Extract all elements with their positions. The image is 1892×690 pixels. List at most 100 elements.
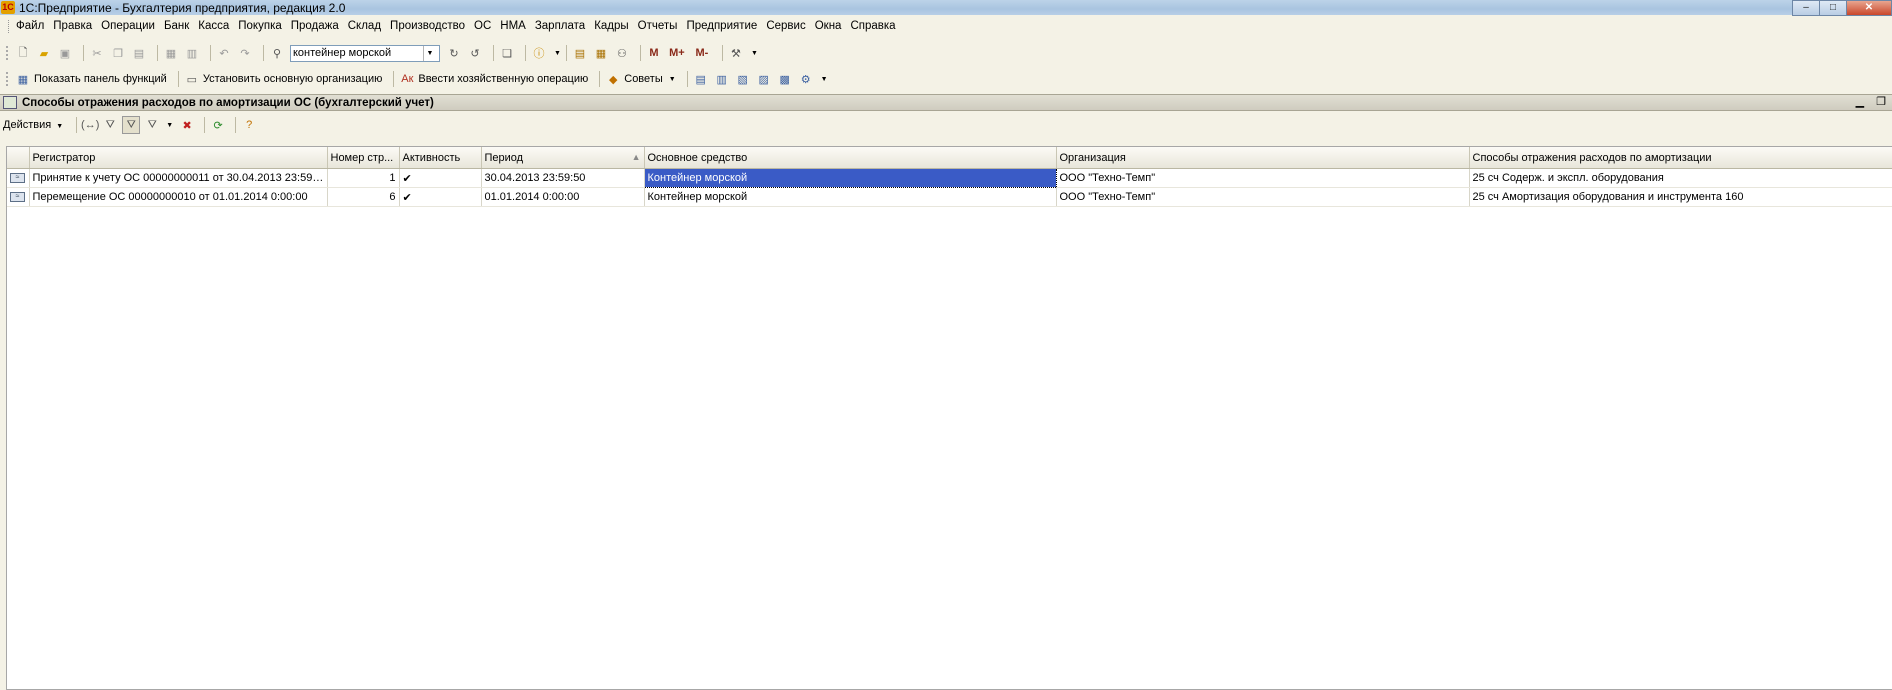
show-function-panel-button[interactable]: ▦ Показать панель функций — [15, 71, 167, 87]
refresh-icon[interactable]: ⟳ — [210, 117, 226, 133]
column-header-line-number[interactable]: Номер стр... — [327, 147, 400, 169]
actions-menu-button[interactable]: Действия ▼ — [3, 119, 63, 131]
period-cell[interactable]: 30.04.2013 23:59:50 — [481, 168, 645, 188]
memory-button[interactable]: M — [646, 45, 662, 61]
cut-icon[interactable]: ✂ — [89, 45, 105, 61]
activity-cell[interactable]: ✔ — [399, 187, 482, 207]
maximize-button[interactable]: □ — [1819, 0, 1847, 16]
menu-item-purchase[interactable]: Покупка — [238, 20, 281, 32]
reports-icon[interactable]: ▩ — [777, 71, 793, 87]
memory-plus-button[interactable]: M+ — [667, 45, 687, 61]
window-title: 1С:Предприятие - Бухгалтерия предприятия… — [19, 0, 346, 15]
paste-icon[interactable]: ▤ — [131, 45, 147, 61]
fixed-asset-cell-selected[interactable]: Контейнер морской — [643, 168, 1057, 188]
column-header-registrar[interactable]: Регистратор — [29, 147, 328, 169]
registrar-cell[interactable]: Принятие к учету ОС 00000000011 от 30.04… — [29, 168, 328, 188]
actions-dropdown-icon: ▼ — [56, 123, 64, 130]
functions-dropdown-icon[interactable]: ▼ — [821, 76, 828, 83]
minimize-button[interactable]: – — [1792, 0, 1820, 16]
menu-item-enterprise[interactable]: Предприятие — [686, 20, 757, 32]
table-row[interactable]: ≈ Перемещение ОС 00000000010 от 01.01.20… — [7, 187, 1892, 207]
column-header-activity[interactable]: Активность — [399, 147, 482, 169]
documents-journal-icon[interactable]: ▧ — [735, 71, 751, 87]
organization-cell[interactable]: ООО "Техно-Темп" — [1056, 187, 1470, 207]
info-dropdown-icon[interactable]: ▼ — [554, 50, 561, 57]
close-button[interactable]: ✕ — [1846, 0, 1892, 16]
menu-item-warehouse[interactable]: Склад — [348, 20, 381, 32]
print-icon[interactable]: ▦ — [163, 45, 179, 61]
line-number-cell[interactable]: 6 — [327, 187, 400, 207]
calendar-icon[interactable]: ▦ — [593, 45, 609, 61]
form-minimize-button[interactable]: ▁ — [1856, 95, 1864, 108]
clear-filter-icon[interactable]: ✖ — [179, 117, 195, 133]
column-header-organization[interactable]: Организация — [1056, 147, 1470, 169]
tools-icon[interactable]: ⚒ — [728, 45, 744, 61]
period-cell[interactable]: 01.01.2014 0:00:00 — [481, 187, 645, 207]
menu-item-reports[interactable]: Отчеты — [638, 20, 678, 32]
calculator-icon[interactable]: ▤ — [572, 45, 588, 61]
filter-by-value-icon[interactable]: ⛛ — [122, 116, 141, 134]
depreciation-method-cell[interactable]: 25 сч Содерж. и экспл. оборудования — [1469, 168, 1892, 188]
menu-item-payroll[interactable]: Зарплата — [535, 20, 585, 32]
organization-cell[interactable]: ООО "Техно-Темп" — [1056, 168, 1470, 188]
line-number-cell[interactable]: 1 — [327, 168, 400, 188]
tips-button[interactable]: ◆ Советы ▼ — [605, 71, 676, 87]
chart-of-accounts-icon[interactable]: ▥ — [714, 71, 730, 87]
menu-item-fixed-assets[interactable]: ОС — [474, 20, 491, 32]
depreciation-method-cell[interactable]: 25 сч Амортизация оборудования и инструм… — [1469, 187, 1892, 207]
redo-icon[interactable]: ↷ — [237, 45, 253, 61]
save-icon[interactable]: ▣ — [57, 45, 73, 61]
menu-item-production[interactable]: Производство — [390, 20, 465, 32]
filter-settings-icon[interactable]: ⛛ — [102, 117, 118, 133]
journal-icon[interactable]: ▤ — [693, 71, 709, 87]
form-restore-button[interactable]: ❐ — [1876, 95, 1886, 108]
print-preview-icon[interactable]: ▥ — [184, 45, 200, 61]
menu-item-intangibles[interactable]: НМА — [500, 20, 526, 32]
toolbar-grip[interactable] — [6, 72, 11, 86]
search-icon[interactable]: ⚲ — [269, 45, 285, 61]
activity-cell[interactable]: ✔ — [399, 168, 482, 188]
menu-item-cash[interactable]: Касса — [198, 20, 229, 32]
help-icon[interactable]: ? — [241, 117, 257, 133]
toolbar-grip[interactable] — [6, 46, 11, 60]
fixed-asset-cell[interactable]: Контейнер морской — [644, 187, 1057, 207]
menu-item-help[interactable]: Справка — [850, 20, 895, 32]
open-folder-icon[interactable]: ▰ — [36, 45, 52, 61]
column-header-depreciation-method[interactable]: Способы отражения расходов по амортизаци… — [1469, 147, 1892, 169]
settings-icon[interactable]: ⚙ — [798, 71, 814, 87]
enter-business-operation-button[interactable]: Ак Ввести хозяйственную операцию — [399, 71, 588, 87]
new-document-icon[interactable]: 🗋 — [15, 45, 31, 61]
tools-dropdown-icon[interactable]: ▼ — [751, 50, 758, 57]
operations-journal-icon[interactable]: ▨ — [756, 71, 772, 87]
filter-history-dropdown-icon[interactable]: ▼ — [166, 122, 173, 129]
filter-history-icon[interactable]: ⛛ — [144, 117, 160, 133]
menu-grip[interactable] — [8, 19, 12, 33]
menu-item-windows[interactable]: Окна — [815, 20, 842, 32]
user-settings-icon[interactable]: ⚇ — [614, 45, 630, 61]
toolbar-divider — [565, 45, 567, 61]
set-main-organization-button[interactable]: ▭ Установить основную организацию — [184, 71, 383, 87]
menu-item-personnel[interactable]: Кадры — [594, 20, 628, 32]
memory-minus-button[interactable]: M- — [692, 45, 712, 61]
search-input[interactable] — [291, 46, 423, 60]
menu-item-operations[interactable]: Операции — [101, 20, 155, 32]
table-row[interactable]: ≈ Принятие к учету ОС 00000000011 от 30.… — [7, 168, 1892, 188]
registrar-cell[interactable]: Перемещение ОС 00000000010 от 01.01.2014… — [29, 187, 328, 207]
menu-item-sales[interactable]: Продажа — [291, 20, 339, 32]
find-previous-icon[interactable]: ↺ — [467, 45, 483, 61]
column-header-fixed-asset[interactable]: Основное средство — [644, 147, 1057, 169]
menu-item-service[interactable]: Сервис — [766, 20, 805, 32]
menu-item-bank[interactable]: Банк — [164, 20, 189, 32]
menu-item-file[interactable]: Файл — [16, 20, 44, 32]
window-list-icon[interactable]: ❏ — [499, 45, 515, 61]
column-header-period[interactable]: Период ▲ — [481, 147, 645, 169]
chevron-down-icon[interactable]: ▼ — [423, 45, 436, 61]
search-combobox[interactable]: ▼ — [290, 44, 440, 62]
find-next-icon[interactable]: ↻ — [446, 45, 462, 61]
select-period-icon[interactable]: (↔) — [81, 117, 99, 133]
copy-icon[interactable]: ❐ — [110, 45, 126, 61]
menu-item-edit[interactable]: Правка — [53, 20, 92, 32]
tips-dropdown-icon[interactable]: ▼ — [669, 76, 676, 83]
info-icon[interactable]: ⓘ — [531, 45, 547, 61]
undo-icon[interactable]: ↶ — [216, 45, 232, 61]
